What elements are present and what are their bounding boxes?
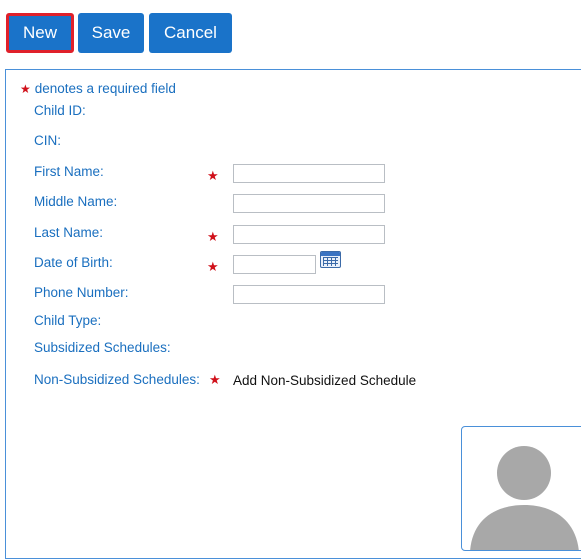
required-star-icon: ★ bbox=[20, 82, 31, 96]
required-note-text: denotes a required field bbox=[34, 81, 176, 96]
phone-number-label: Phone Number: bbox=[34, 285, 129, 300]
first-name-label: First Name: bbox=[34, 164, 104, 179]
cin-label: CIN: bbox=[34, 133, 61, 148]
child-photo[interactable] bbox=[461, 426, 581, 551]
phone-number-input[interactable] bbox=[233, 285, 385, 304]
new-button[interactable]: New bbox=[6, 13, 74, 53]
required-note: ★ denotes a required field bbox=[20, 81, 176, 97]
save-button[interactable]: Save bbox=[78, 13, 144, 53]
subsidized-schedules-label: Subsidized Schedules: bbox=[34, 340, 171, 355]
first-name-required-icon: ★ bbox=[207, 168, 219, 183]
date-of-birth-required-icon: ★ bbox=[207, 259, 219, 274]
non-subsidized-required-icon: ★ bbox=[209, 372, 221, 387]
calendar-icon[interactable] bbox=[320, 251, 341, 268]
add-non-subsidized-schedule-link[interactable]: Add Non-Subsidized Schedule bbox=[233, 373, 416, 389]
last-name-required-icon: ★ bbox=[207, 229, 219, 244]
middle-name-input[interactable] bbox=[233, 194, 385, 213]
child-type-label: Child Type: bbox=[34, 313, 102, 328]
avatar-placeholder-icon bbox=[470, 446, 579, 550]
date-of-birth-label: Date of Birth: bbox=[34, 255, 113, 270]
date-of-birth-input[interactable] bbox=[233, 255, 316, 274]
non-subsidized-schedules-label: Non-Subsidized Schedules: bbox=[34, 372, 200, 387]
middle-name-label: Middle Name: bbox=[34, 194, 118, 209]
cancel-button[interactable]: Cancel bbox=[149, 13, 232, 53]
last-name-input[interactable] bbox=[233, 225, 385, 244]
child-id-label: Child ID: bbox=[34, 103, 86, 118]
first-name-input[interactable] bbox=[233, 164, 385, 183]
last-name-label: Last Name: bbox=[34, 225, 104, 240]
